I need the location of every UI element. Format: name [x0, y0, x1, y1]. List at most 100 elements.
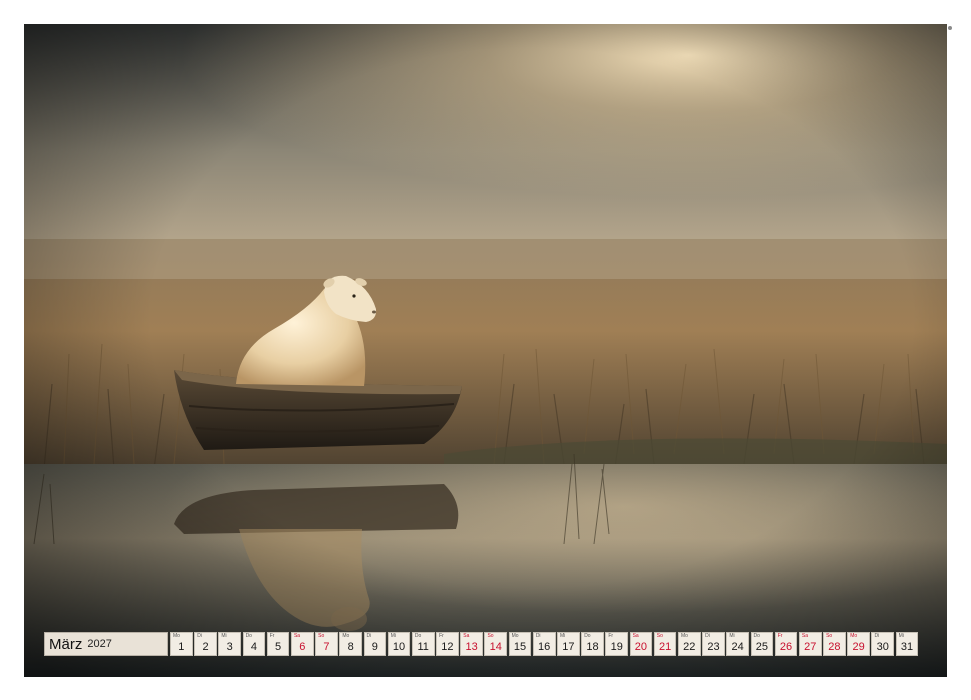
weekday-label: Fr	[269, 633, 275, 639]
day-number: 24	[731, 641, 744, 653]
day-number: 26	[779, 641, 793, 653]
day-number: 29	[852, 641, 865, 653]
weekday-label: Mo	[511, 633, 519, 639]
day-number: 2	[202, 641, 209, 653]
month-name: März	[49, 635, 83, 653]
day-cell: So 7	[315, 632, 338, 656]
weekday-label: Sa	[463, 633, 470, 639]
calendar-strip: März 2027 Mo 1 Di 2 Mi 3 Do 4 Fr 5 Sa 6 So 7 Mo 8 Di 9 Mi 1…	[44, 632, 928, 656]
day-number: 1	[178, 641, 185, 653]
day-number: 22	[683, 641, 696, 653]
weekday-label: Do	[414, 633, 422, 639]
day-cell: So 21	[653, 632, 677, 656]
weekday-label: Mi	[390, 633, 396, 639]
weekday-label: Mi	[560, 633, 566, 639]
weekday-label: So	[656, 633, 663, 639]
day-cells: Mo 1 Di 2 Mi 3 Do 4 Fr 5 Sa 6 So 7 Mo 8 Di 9 Mi 10 Do 11 Fr 12 S…	[170, 632, 919, 656]
month-year: 2027	[87, 638, 112, 650]
day-number: 12	[441, 641, 454, 653]
day-number: 9	[371, 641, 378, 653]
day-cell: Mo 29	[847, 632, 870, 656]
day-number: 4	[250, 641, 257, 653]
day-cell: Mo 1	[170, 632, 193, 656]
day-number: 8	[347, 641, 354, 653]
day-cell: Fr 5	[266, 632, 290, 656]
sheep-in-boat-image	[24, 24, 947, 677]
weekday-label: Mi	[898, 633, 904, 639]
day-number: 28	[828, 641, 841, 653]
day-number: 13	[465, 641, 478, 653]
day-cell: Fr 26	[774, 632, 798, 656]
day-cell: Do 25	[750, 632, 774, 656]
weekday-label: Do	[584, 633, 591, 639]
day-number: 21	[658, 641, 672, 653]
weekday-label: So	[487, 633, 494, 639]
month-label-cell: März 2027	[44, 632, 168, 656]
weekday-label: Di	[705, 633, 710, 639]
weekday-label: Sa	[632, 633, 639, 639]
day-cell: Fr 12	[436, 632, 459, 656]
day-cell: Mo 15	[508, 632, 532, 656]
weekday-label: Fr	[777, 633, 783, 639]
day-number: 15	[513, 641, 527, 653]
day-cell: Mi 17	[557, 632, 580, 656]
weekday-label: Mo	[342, 633, 350, 639]
day-number: 6	[299, 641, 306, 653]
day-cell: Di 16	[532, 632, 556, 656]
weekday-label: So	[318, 633, 325, 639]
day-number: 11	[417, 641, 429, 653]
day-cell: Sa 13	[460, 632, 483, 656]
binding-hole	[948, 26, 952, 30]
weekday-label: Sa	[801, 633, 808, 639]
day-cell: Sa 20	[629, 632, 653, 656]
day-cell: Do 18	[581, 632, 604, 656]
day-cell: Mi 10	[387, 632, 411, 656]
weekday-label: Mo	[680, 633, 688, 639]
day-cell: Mi 31	[895, 632, 919, 656]
weekday-label: Di	[535, 633, 541, 639]
day-number: 23	[707, 641, 720, 653]
weekday-label: Fr	[608, 633, 614, 639]
day-number: 16	[538, 641, 551, 653]
day-cell: Do 11	[411, 632, 435, 656]
day-number: 5	[275, 641, 282, 653]
day-number: 14	[489, 641, 502, 653]
weekday-label: Mo	[173, 633, 180, 639]
day-number: 18	[586, 641, 599, 653]
weekday-label: Di	[197, 633, 202, 639]
calendar-photo	[24, 24, 947, 677]
day-number: 25	[755, 641, 768, 653]
day-cell: Di 30	[871, 632, 895, 656]
day-number: 3	[226, 641, 233, 653]
weekday-label: Di	[366, 633, 372, 639]
day-cell: Mo 8	[339, 632, 362, 656]
weekday-label: Fr	[439, 633, 444, 639]
weekday-label: So	[826, 633, 833, 639]
day-number: 19	[610, 641, 623, 653]
weekday-label: Do	[245, 633, 252, 639]
day-cell: Di 2	[194, 632, 217, 656]
weekday-label: Sa	[293, 633, 301, 639]
day-cell: Sa 27	[798, 632, 822, 656]
day-number: 27	[804, 641, 817, 653]
day-cell: Fr 19	[605, 632, 629, 656]
day-number: 10	[392, 641, 406, 653]
day-cell: So 28	[823, 632, 846, 656]
day-cell: Mi 24	[726, 632, 749, 656]
weekday-label: Mo	[850, 633, 858, 639]
day-cell: Mo 22	[677, 632, 701, 656]
day-cell: So 14	[484, 632, 508, 656]
day-number: 30	[876, 641, 889, 653]
day-number: 31	[900, 641, 914, 653]
day-cell: Di 9	[363, 632, 387, 656]
day-number: 17	[562, 641, 575, 653]
day-number: 7	[323, 641, 330, 653]
day-cell: Sa 6	[290, 632, 314, 656]
day-cell: Mi 3	[218, 632, 242, 656]
day-number: 20	[634, 641, 648, 653]
weekday-label: Mi	[729, 633, 735, 639]
weekday-label: Di	[874, 633, 880, 639]
weekday-label: Do	[753, 633, 760, 639]
weekday-label: Mi	[221, 633, 227, 639]
day-cell: Di 23	[702, 632, 725, 656]
